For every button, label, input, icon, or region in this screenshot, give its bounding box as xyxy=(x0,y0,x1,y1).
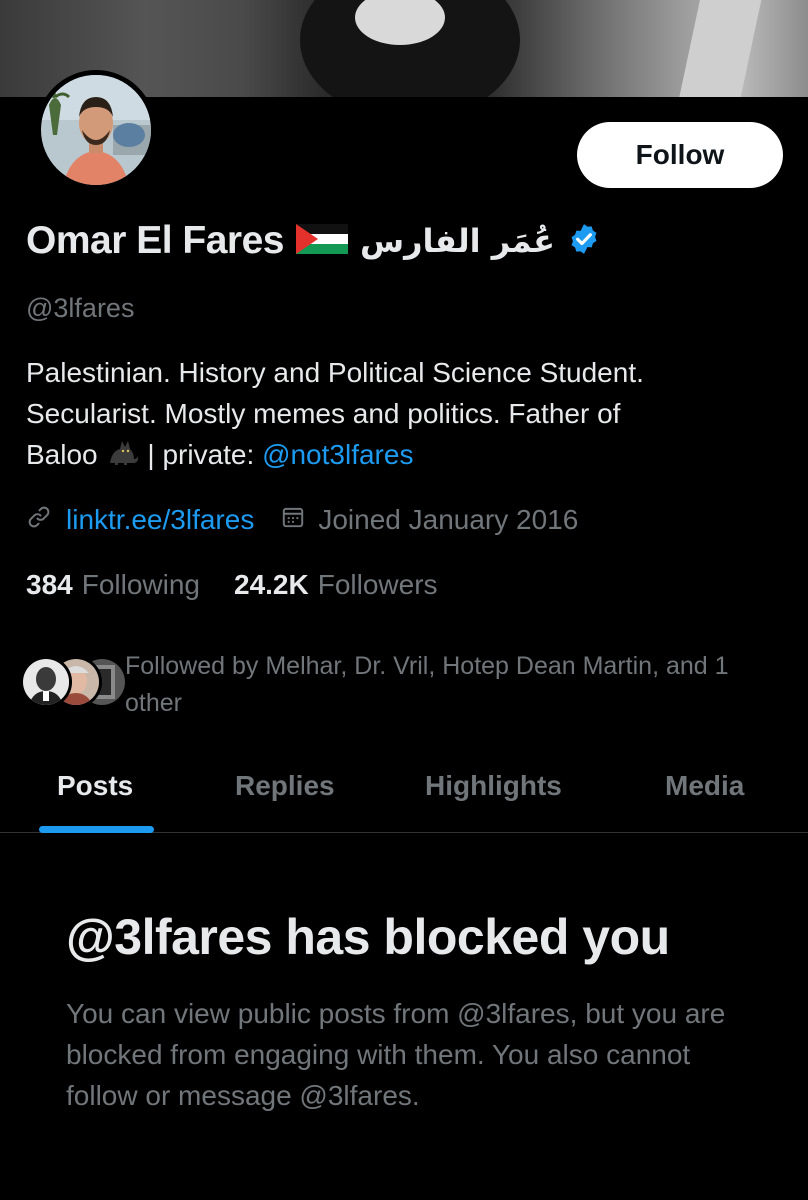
followed-by-avatars xyxy=(20,656,128,708)
verified-badge-icon[interactable] xyxy=(567,222,601,261)
profile-tabs: Posts Replies Highlights Media xyxy=(0,750,808,833)
blocked-message: You can view public posts from @3lfares,… xyxy=(66,998,726,1111)
following-stat[interactable]: 384 Following xyxy=(26,569,200,601)
profile-stats: 384 Following 24.2K Followers xyxy=(26,565,438,605)
tab-highlights[interactable]: Highlights xyxy=(425,770,562,802)
palestine-flag-icon xyxy=(295,223,348,259)
calendar-icon xyxy=(280,504,306,537)
tab-media[interactable]: Media xyxy=(665,770,744,802)
private-account-link[interactable]: @not3lfares xyxy=(262,439,413,470)
bio-line: Baloo | private: @not3lfares xyxy=(26,434,786,478)
following-count: 384 xyxy=(26,569,73,600)
avatar xyxy=(20,656,72,708)
bio-line: Palestinian. History and Political Scien… xyxy=(26,357,644,388)
tab-replies[interactable]: Replies xyxy=(235,770,335,802)
bio-line: Secularist. Mostly memes and politics. F… xyxy=(26,398,621,429)
display-name: Omar El Fares xyxy=(26,219,284,262)
profile-name-row: Omar El Fares عُمَر الفارس xyxy=(26,214,601,268)
followers-stat[interactable]: 24.2K Followers xyxy=(234,569,438,601)
bio-text: Baloo xyxy=(26,439,98,470)
website-link[interactable]: linktr.ee/3lfares xyxy=(66,504,254,536)
following-label: Following xyxy=(81,569,200,600)
joined-date: Joined January 2016 xyxy=(318,504,579,535)
profile-handle: @3lfares xyxy=(26,293,135,323)
followers-label: Followers xyxy=(317,569,438,600)
profile-bio: Palestinian. History and Political Scien… xyxy=(26,352,786,478)
cat-icon xyxy=(106,437,140,478)
profile-meta-row: linktr.ee/3lfares Joined January 2016 xyxy=(26,500,578,540)
profile-avatar[interactable] xyxy=(36,70,156,190)
blocked-title: @3lfares has blocked you xyxy=(66,909,670,965)
banner-shape xyxy=(676,0,764,97)
tab-posts[interactable]: Posts xyxy=(57,770,133,802)
arabic-name: عُمَر الفارس xyxy=(359,222,555,260)
bio-text: | private: xyxy=(139,439,263,470)
follow-button[interactable]: Follow xyxy=(577,122,783,188)
active-tab-indicator xyxy=(39,826,154,833)
followed-by-text: Followed by Melhar, Dr. Vril, Hotep Dean… xyxy=(125,652,729,717)
followers-count: 24.2K xyxy=(234,569,309,600)
followed-by-row[interactable]: Followed by Melhar, Dr. Vril, Hotep Dean… xyxy=(20,648,790,723)
link-icon xyxy=(26,504,52,537)
